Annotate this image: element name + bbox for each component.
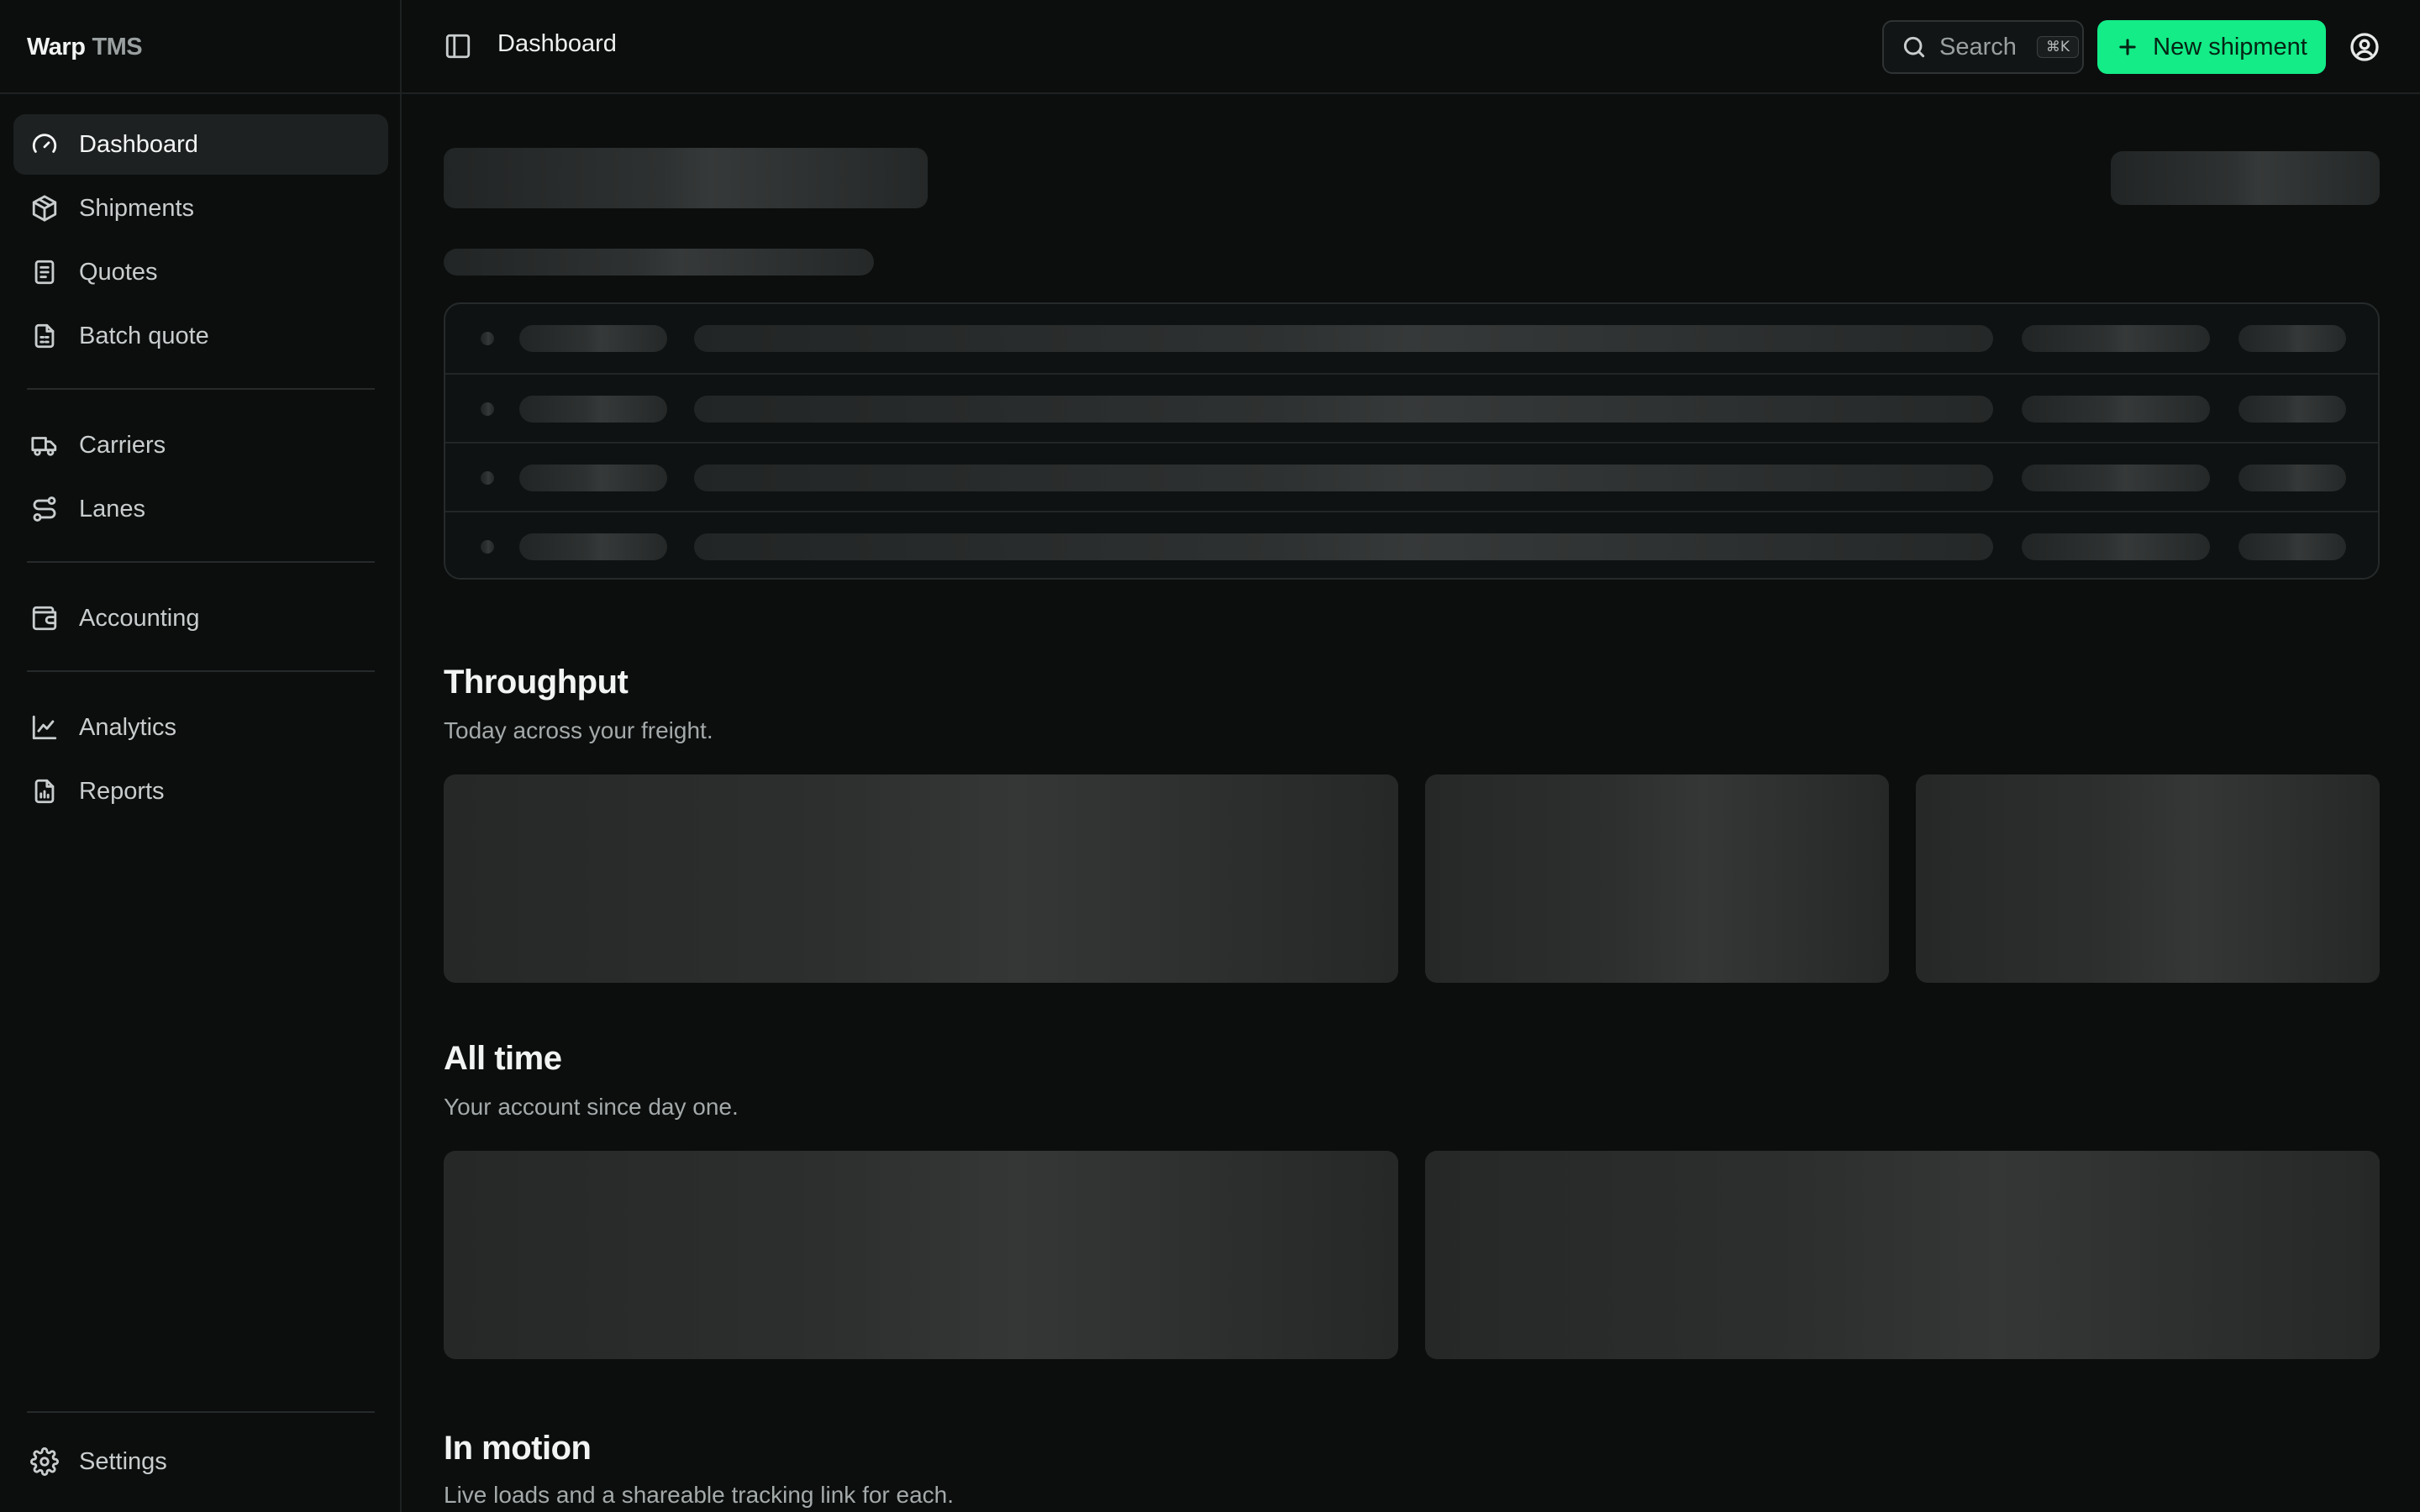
skeleton-cell <box>2022 396 2210 423</box>
skeleton-subheading <box>444 249 874 276</box>
skeleton-table-row <box>445 373 2378 442</box>
skeleton-cell <box>2022 465 2210 491</box>
sidebar-item-lanes[interactable]: Lanes <box>13 479 388 539</box>
sidebar-item-reports[interactable]: Reports <box>13 761 388 822</box>
file-chart-icon <box>34 779 55 804</box>
skeleton-cell <box>2238 325 2346 352</box>
in-motion-subtitle: Live loads and a shareable tracking link… <box>444 1482 955 1508</box>
throughput-subtitle: Today across your freight. <box>444 717 713 743</box>
nav-divider <box>27 670 375 672</box>
sidebar-item-quotes[interactable]: Quotes <box>13 242 388 302</box>
wallet-icon <box>32 606 57 631</box>
sidebar-item-label: Dashboard <box>79 130 198 158</box>
skeleton-cell <box>519 396 667 423</box>
line-chart-icon <box>32 715 57 740</box>
skeleton-table-row <box>445 511 2378 580</box>
box-icon <box>32 195 57 222</box>
skeleton-table-row <box>445 442 2378 511</box>
skeleton-dot <box>481 540 494 554</box>
skeleton-cell <box>2022 533 2210 560</box>
brand-suffix: TMS <box>92 33 143 60</box>
skeleton-cell <box>519 325 667 352</box>
skeleton-table <box>444 302 2380 580</box>
skeleton-card <box>1916 774 2380 983</box>
receipt-icon <box>34 260 55 285</box>
sidebar-item-label: Shipments <box>79 194 195 222</box>
in-motion-title: In motion <box>444 1430 592 1467</box>
skeleton-card <box>1425 1151 2380 1359</box>
sidebar-item-batch-quote[interactable]: Batch quote <box>13 306 388 366</box>
brand-divider <box>0 92 402 94</box>
search-shortcut: ⌘K <box>2036 36 2080 58</box>
sidebar-item-accounting[interactable]: Accounting <box>13 588 388 648</box>
sidebar-item-label: Settings <box>79 1447 167 1475</box>
sidebar-item-analytics[interactable]: Analytics <box>13 697 388 758</box>
settings-section: Settings <box>13 1431 388 1495</box>
sidebar-item-label: Accounting <box>79 604 200 632</box>
skeleton-card <box>444 1151 1398 1359</box>
settings-divider <box>27 1411 375 1413</box>
all-time-title: All time <box>444 1040 562 1077</box>
skeleton-cell <box>694 533 1993 560</box>
skeleton-cell <box>2022 325 2210 352</box>
skeleton-dot <box>481 402 494 416</box>
skeleton-card <box>444 774 1398 983</box>
sidebar-item-settings[interactable]: Settings <box>13 1431 388 1492</box>
search-button[interactable]: Search ⌘K <box>1882 20 2084 74</box>
search-icon <box>1903 36 1925 58</box>
top-header: Dashboard Search ⌘K New shipment <box>402 0 2420 94</box>
brand-logo[interactable]: Warp TMS <box>27 32 143 62</box>
nav-divider <box>27 388 375 390</box>
all-time-subtitle: Your account since day one. <box>444 1094 739 1120</box>
sidebar-item-shipments[interactable]: Shipments <box>13 178 388 239</box>
sidebar-toggle-icon[interactable] <box>444 32 472 60</box>
skeleton-cell <box>519 533 667 560</box>
sidebar-item-label: Batch quote <box>79 322 209 349</box>
skeleton-dot <box>481 471 494 485</box>
sidebar-item-label: Reports <box>79 777 165 805</box>
search-label: Search <box>1939 33 2017 60</box>
skeleton-action <box>2111 151 2380 205</box>
skeleton-cell <box>2238 396 2346 423</box>
skeleton-cell <box>694 465 1993 491</box>
sidebar-item-label: Carriers <box>79 431 166 459</box>
skeleton-cell <box>2238 533 2346 560</box>
nav-divider <box>27 561 375 563</box>
gauge-icon <box>32 134 57 153</box>
user-avatar-icon[interactable] <box>2349 32 2380 62</box>
page-title: Dashboard <box>497 30 617 57</box>
route-icon <box>33 496 56 522</box>
sidebar-item-dashboard[interactable]: Dashboard <box>13 114 388 175</box>
sidebar: Warp TMS Dashboard Shipments Quotes Batc… <box>0 0 402 1512</box>
new-shipment-button[interactable]: New shipment <box>2097 20 2326 74</box>
skeleton-cell <box>694 396 1993 423</box>
brand-name: Warp <box>27 33 86 60</box>
sidebar-item-label: Quotes <box>79 258 158 286</box>
skeleton-cell <box>2238 465 2346 491</box>
sidebar-nav: Dashboard Shipments Quotes Batch quote C… <box>13 114 388 825</box>
skeleton-cell <box>519 465 667 491</box>
gear-icon <box>30 1447 59 1476</box>
throughput-title: Throughput <box>444 664 629 701</box>
skeleton-card <box>1425 774 1889 983</box>
sidebar-item-carriers[interactable]: Carriers <box>13 415 388 475</box>
truck-icon <box>31 437 57 456</box>
skeleton-dot <box>481 332 494 345</box>
file-spreadsheet-icon <box>34 323 55 349</box>
skeleton-cell <box>694 325 1993 352</box>
plus-icon <box>2119 39 2136 55</box>
skeleton-table-row <box>445 304 2378 373</box>
new-shipment-label: New shipment <box>2153 33 2307 60</box>
sidebar-item-label: Lanes <box>79 495 146 522</box>
sidebar-item-label: Analytics <box>79 713 177 741</box>
skeleton-heading <box>444 148 928 208</box>
